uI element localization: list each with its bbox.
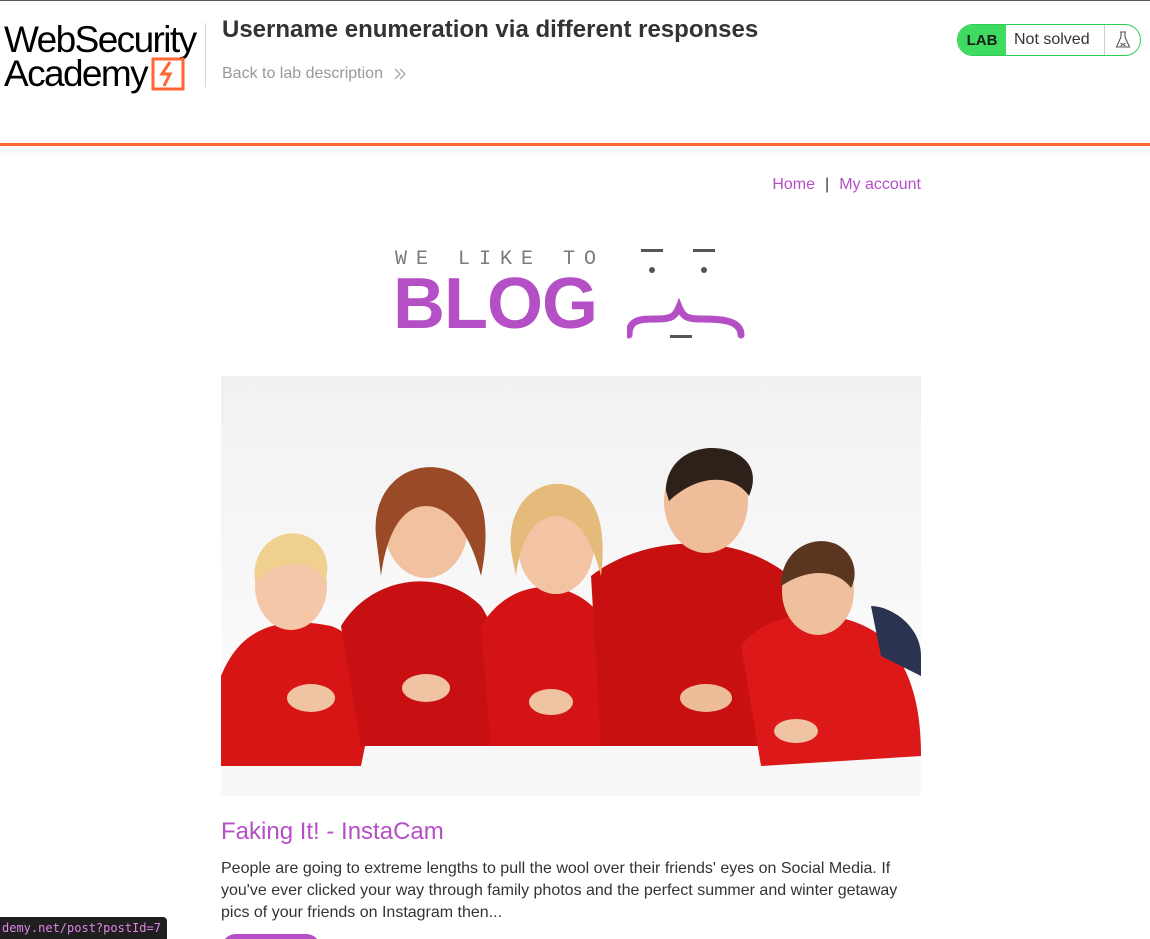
- lab-badge: LAB: [958, 25, 1006, 55]
- back-link-label: Back to lab description: [222, 65, 383, 82]
- browser-status-url: demy.net/post?postId=7: [0, 917, 167, 939]
- flask-icon[interactable]: [1104, 25, 1140, 55]
- logo-text-line2: Academy: [4, 53, 149, 94]
- web-security-academy-logo[interactable]: WebSecurity Academy: [4, 21, 204, 97]
- blog-banner: WE LIKE TO BLOG: [393, 243, 753, 343]
- nav-home-link[interactable]: Home: [772, 176, 815, 194]
- post-title-link[interactable]: Faking It! - InstaCam: [221, 818, 444, 846]
- post-summary: People are going to extreme lengths to p…: [221, 860, 898, 921]
- post-image[interactable]: [221, 376, 921, 796]
- lab-status-text: Not solved: [1014, 31, 1090, 48]
- lab-status-widget: LAB Not solved: [957, 24, 1141, 56]
- flask-icon-graphic: [1115, 31, 1130, 48]
- nav-my-account-link[interactable]: My account: [839, 176, 921, 194]
- header-divider: [205, 23, 206, 87]
- nav-separator: |: [825, 176, 830, 193]
- family-photo: [221, 376, 921, 796]
- site-nav: Home | My account: [772, 176, 921, 194]
- back-to-lab-description-link[interactable]: Back to lab description: [222, 65, 407, 83]
- view-post-button[interactable]: [221, 934, 321, 939]
- double-chevron-right-icon: [394, 68, 406, 80]
- lightning-bolt-icon: [151, 57, 185, 91]
- header-shadow: [0, 146, 1150, 158]
- lab-title: Username enumeration via different respo…: [222, 16, 759, 43]
- academy-header: WebSecurity Academy Username enumeration…: [0, 1, 1150, 143]
- curly-brace-face-icon: [627, 249, 745, 339]
- banner-title: BLOG: [393, 264, 598, 344]
